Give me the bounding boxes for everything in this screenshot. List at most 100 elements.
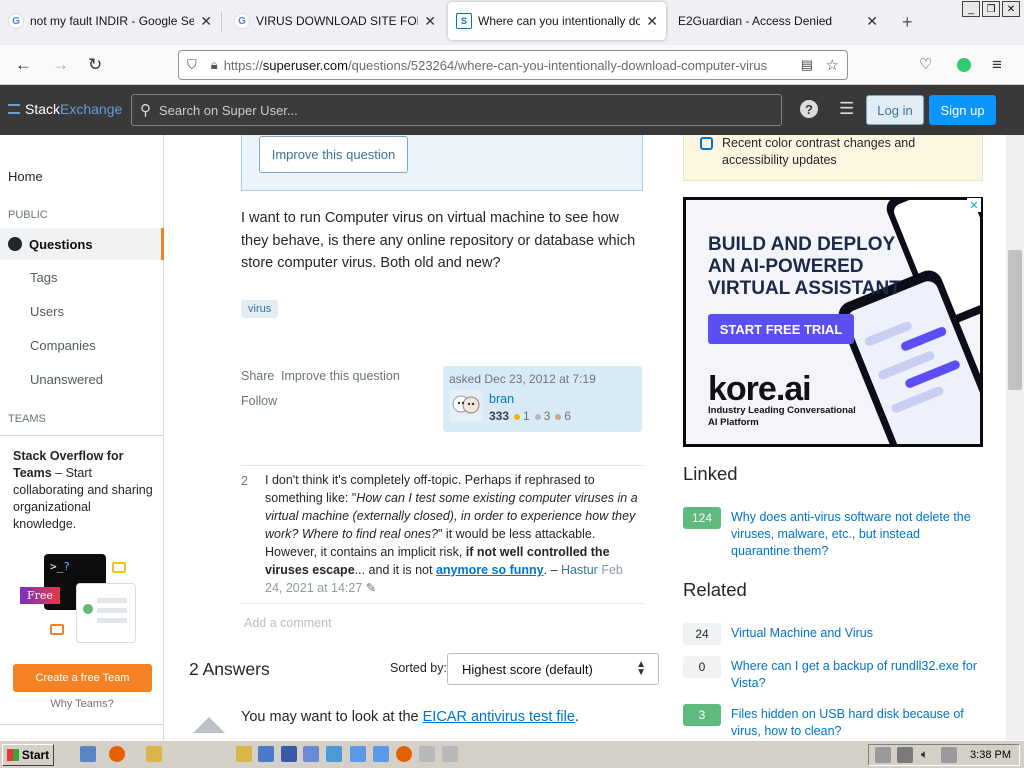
why-teams-link[interactable]: Why Teams? <box>0 698 164 710</box>
free-badge: Free <box>20 587 60 604</box>
improve-question-button[interactable]: Improve this question <box>259 136 408 173</box>
quicklaunch-icon[interactable] <box>373 746 389 762</box>
advertisement[interactable]: BUILD AND DEPLOY AN AI-POWERED VIRTUAL A… <box>683 197 983 447</box>
folder-icon[interactable] <box>146 746 162 762</box>
network-icon[interactable] <box>875 747 891 763</box>
sort-select[interactable]: Highest score (default) ▲ ▼ <box>447 653 659 685</box>
browser-tab-title: VIRUS DOWNLOAD SITE FOR TESTING <box>256 14 418 28</box>
avatar[interactable] <box>450 390 482 422</box>
help-icon[interactable]: ? <box>800 100 818 118</box>
reader-view-icon[interactable]: ▤ <box>801 57 813 73</box>
browser-tab[interactable]: E2Guardian - Access Denied ✕ <box>670 2 886 40</box>
silver-badge-count: 3 <box>534 409 550 423</box>
stackexchange-logo[interactable]: StackExchange <box>8 101 122 117</box>
quicklaunch-icon[interactable] <box>258 746 274 762</box>
quicklaunch-icon[interactable] <box>442 746 458 762</box>
new-tab-button[interactable]: + <box>902 12 913 33</box>
lock-icon[interactable]: 🔒︎ <box>211 57 218 73</box>
close-tab-icon[interactable]: ✕ <box>866 13 878 30</box>
question-main: Improve this question I want to run Comp… <box>165 135 665 740</box>
browser-tab[interactable]: G VIRUS DOWNLOAD SITE FOR TESTING ✕ <box>226 2 444 40</box>
ad-headline: BUILD AND DEPLOY AN AI-POWERED VIRTUAL A… <box>708 234 901 299</box>
featured-link[interactable]: Recent color contrast changes and access… <box>722 135 962 169</box>
maximize-icon[interactable]: ❐ <box>982 1 1000 17</box>
search-icon: ⚲ <box>140 102 151 119</box>
address-bar[interactable]: ⛉ 🔒︎ https://superuser.com/questions/523… <box>178 50 848 80</box>
signup-button[interactable]: Sign up <box>929 95 996 125</box>
sidebar-item-tags[interactable]: Tags <box>30 270 57 285</box>
close-tab-icon[interactable]: ✕ <box>646 13 658 30</box>
forward-arrow-icon[interactable]: → <box>52 55 69 75</box>
firefox-icon[interactable] <box>396 746 412 762</box>
comment: 2 I don't think it's completely off-topi… <box>241 466 643 604</box>
reload-icon[interactable]: ↻ <box>88 55 102 75</box>
quicklaunch-icon[interactable] <box>350 746 366 762</box>
firefox-icon[interactable] <box>109 746 125 762</box>
edit-pencil-icon[interactable]: ✎ <box>366 581 376 595</box>
ad-brand-logo: kore.ai <box>708 370 812 408</box>
folder-icon[interactable] <box>236 746 252 762</box>
pocket-icon[interactable]: ♡ <box>919 55 932 73</box>
sidebar-item-home[interactable]: Home <box>8 169 43 184</box>
related-question-title[interactable]: Virtual Machine and Virus <box>731 625 981 642</box>
quicklaunch-icon[interactable] <box>419 746 435 762</box>
superuser-icon: S <box>456 13 472 29</box>
user-name-link[interactable]: bran <box>489 392 514 406</box>
minimize-icon[interactable]: _ <box>962 1 980 17</box>
ad-creative: BUILD AND DEPLOY AN AI-POWERED VIRTUAL A… <box>686 200 980 444</box>
chat-bubble-icon <box>50 624 64 635</box>
answer-count-badge: 0 <box>683 656 721 678</box>
extension-icon[interactable] <box>957 58 971 72</box>
sidebar-item-companies[interactable]: Companies <box>30 338 96 353</box>
browser-tab[interactable]: G not my fault INDIR - Google Search ✕ <box>0 2 220 40</box>
close-tab-icon[interactable]: ✕ <box>200 13 212 30</box>
comment-user-link[interactable]: Hastur <box>561 563 598 577</box>
related-question-title[interactable]: Files hidden on USB hard disk because of… <box>731 706 981 740</box>
tray-icon[interactable] <box>897 747 913 763</box>
teams-promo-text: Stack Overflow for Teams – Start collabo… <box>13 449 153 531</box>
comment-link[interactable]: anymore so funny <box>436 563 544 577</box>
quicklaunch-icon[interactable] <box>303 746 319 762</box>
windows-logo-icon <box>6 749 19 761</box>
page-scrollbar[interactable] <box>1006 135 1024 740</box>
tag-virus[interactable]: virus <box>241 300 279 318</box>
close-tab-icon[interactable]: ✕ <box>424 13 436 30</box>
sidebar-item-users[interactable]: Users <box>30 304 64 319</box>
start-button[interactable]: Start <box>2 744 54 766</box>
related-question-title[interactable]: Where can I get a backup of rundll32.exe… <box>731 658 981 692</box>
menu-icon[interactable]: ≡ <box>992 55 1002 75</box>
sidebar-item-unanswered[interactable]: Unanswered <box>30 372 103 387</box>
upvote-arrow-icon[interactable] <box>193 717 225 733</box>
explorer-icon[interactable] <box>80 746 96 762</box>
left-sidebar: Home PUBLIC Questions Tags Users Compani… <box>0 135 164 740</box>
back-arrow-icon[interactable]: ← <box>15 55 32 75</box>
answers-heading: 2 Answers <box>189 659 270 679</box>
share-link[interactable]: Share <box>241 369 274 383</box>
bookmark-star-icon[interactable]: ☆ <box>826 56 839 74</box>
clock[interactable]: 3:38 PM <box>970 749 1011 761</box>
quicklaunch-icon[interactable] <box>281 746 297 762</box>
shield-icon[interactable]: ⛉ <box>187 57 197 73</box>
scrollbar-thumb[interactable] <box>1008 250 1022 390</box>
create-team-button[interactable]: Create a free Team <box>13 664 152 692</box>
ad-cta-button[interactable]: START FREE TRIAL <box>708 314 854 344</box>
improve-question-link[interactable]: Improve this question <box>281 369 400 383</box>
eicar-link[interactable]: EICAR antivirus test file <box>423 709 575 725</box>
volume-icon[interactable]: 🔈︎ <box>921 747 928 762</box>
sidebar-item-label: Questions <box>29 236 93 252</box>
add-comment-link[interactable]: Add a comment <box>244 616 332 630</box>
sidebar-item-questions[interactable]: Questions <box>0 228 164 260</box>
ad-tagline: Industry Leading Conversational AI Platf… <box>708 405 856 428</box>
browser-tab-title: Where can you intentionally download <box>478 14 641 28</box>
ad-close-icon[interactable]: ✕ <box>967 198 981 212</box>
linked-question-title[interactable]: Why does anti-virus software not delete … <box>731 509 981 560</box>
close-window-icon[interactable]: ✕ <box>1002 1 1020 17</box>
tray-icon[interactable] <box>941 747 957 763</box>
browser-tab-active[interactable]: S Where can you intentionally download ✕ <box>448 2 666 40</box>
quicklaunch-icon[interactable] <box>326 746 342 762</box>
tab-separator <box>221 12 222 32</box>
search-input[interactable]: ⚲ Search on Super User... <box>131 94 782 126</box>
login-button[interactable]: Log in <box>866 95 924 125</box>
site-switcher-menu-icon[interactable]: ☰ <box>839 99 854 119</box>
follow-link[interactable]: Follow <box>241 394 277 408</box>
